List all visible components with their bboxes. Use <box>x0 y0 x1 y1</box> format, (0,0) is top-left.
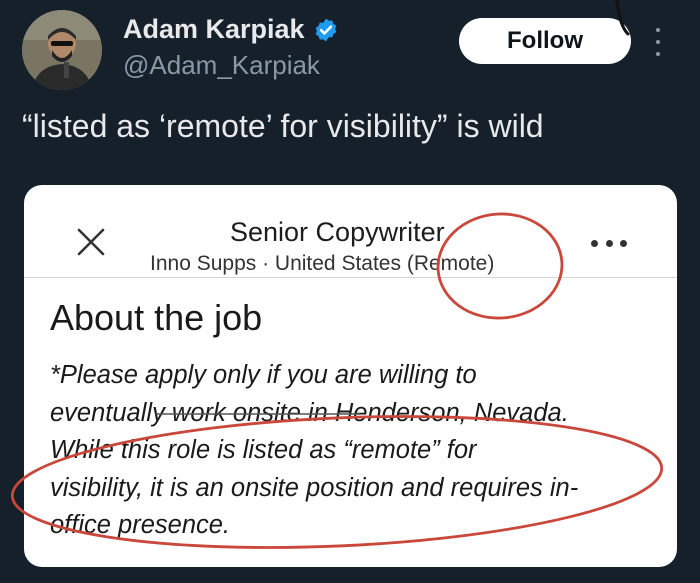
author-name-row[interactable]: Adam Karpiak <box>123 14 339 45</box>
divider <box>24 277 677 278</box>
follow-button[interactable]: Follow <box>459 18 631 64</box>
author-handle[interactable]: @Adam_Karpiak <box>123 50 320 81</box>
description-line: While this role is listed as “remote” fo… <box>50 436 477 464</box>
card-more-icon <box>591 240 627 248</box>
author-name[interactable]: Adam Karpiak <box>123 14 305 45</box>
avatar[interactable] <box>22 10 102 90</box>
job-subtitle: Inno Supps · United States (Remote) <box>150 252 495 275</box>
job-title: Senior Copywriter <box>230 217 445 247</box>
description-line: office presence. <box>50 511 231 539</box>
verified-badge-icon <box>315 18 336 41</box>
description-line: visibility, it is an onsite position and… <box>50 473 579 502</box>
attached-image-job-card[interactable]: Senior Copywriter Inno Supps · United St… <box>24 185 677 567</box>
more-options-icon[interactable] <box>648 28 668 56</box>
job-description: *Please apply only if you are willing to… <box>50 357 670 545</box>
description-line: eventually work onsite in Henderson, Nev… <box>50 398 569 427</box>
tweet-text: “listed as ‘remote’ for visibility” is w… <box>22 108 544 144</box>
close-icon <box>77 228 105 256</box>
description-line: *Please apply only if you are willing to <box>50 361 477 389</box>
section-heading: About the job <box>50 297 263 338</box>
